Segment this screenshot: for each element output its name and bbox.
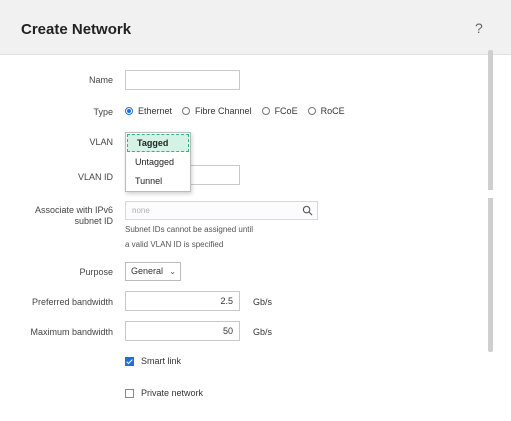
preferred-bandwidth-unit: Gb/s bbox=[253, 297, 273, 307]
type-label: Type bbox=[93, 107, 113, 117]
purpose-select[interactable]: General ⌄ bbox=[125, 262, 181, 281]
ipv6-helper-line1: Subnet IDs cannot be assigned until bbox=[125, 225, 254, 234]
type-option-fibre-channel[interactable]: Fibre Channel bbox=[182, 106, 252, 116]
preferred-bandwidth-input[interactable]: 2.5 bbox=[125, 291, 240, 311]
checkbox-checked-icon bbox=[125, 356, 134, 366]
radio-icon bbox=[182, 107, 191, 115]
type-option-roce[interactable]: RoCE bbox=[307, 106, 345, 116]
private-network-checkbox[interactable]: Private network bbox=[125, 388, 203, 398]
radio-checked-icon bbox=[125, 107, 133, 115]
dialog-title: Create Network bbox=[21, 21, 132, 38]
create-network-dialog: Create Network ? Name Type Ethernet Fibr… bbox=[0, 0, 511, 421]
ipv6-subnet-search-input[interactable]: none bbox=[125, 201, 318, 220]
scrollbar-gap bbox=[488, 190, 493, 198]
preferred-bandwidth-label: Preferred bandwidth bbox=[31, 297, 113, 307]
vlan-dropdown-menu: Tagged Untagged Tunnel bbox=[125, 132, 191, 192]
ipv6-helper-line2: a valid VLAN ID is specified bbox=[125, 240, 224, 249]
type-option-label: Ethernet bbox=[138, 106, 173, 116]
vlan-option-tagged[interactable]: Tagged bbox=[127, 134, 189, 152]
search-icon bbox=[302, 205, 313, 216]
smart-link-label: Smart link bbox=[141, 356, 182, 366]
maximum-bandwidth-input[interactable]: 50 bbox=[125, 321, 240, 341]
chevron-down-icon: ⌄ bbox=[169, 267, 176, 276]
type-option-ethernet[interactable]: Ethernet bbox=[125, 106, 172, 116]
purpose-value: General bbox=[131, 266, 164, 276]
purpose-label: Purpose bbox=[79, 267, 113, 277]
name-label: Name bbox=[88, 75, 113, 85]
maximum-bandwidth-unit: Gb/s bbox=[253, 327, 273, 337]
checkbox-icon bbox=[125, 388, 134, 398]
type-option-label: FCoE bbox=[274, 106, 298, 116]
smart-link-checkbox[interactable]: Smart link bbox=[125, 356, 181, 366]
radio-icon bbox=[307, 107, 316, 115]
ipv6-subnet-placeholder: none bbox=[132, 206, 150, 215]
type-option-fcoe[interactable]: FCoE bbox=[261, 106, 298, 116]
radio-icon bbox=[261, 107, 270, 115]
private-network-label: Private network bbox=[141, 388, 204, 398]
vertical-scrollbar[interactable] bbox=[488, 50, 493, 352]
vlan-id-label: VLAN ID bbox=[77, 172, 113, 182]
ipv6-subnet-label: Associate with IPv6 subnet ID bbox=[10, 205, 113, 227]
help-icon[interactable]: ? bbox=[475, 20, 483, 36]
name-input[interactable] bbox=[125, 70, 240, 90]
vlan-option-tunnel[interactable]: Tunnel bbox=[126, 172, 190, 191]
vlan-option-untagged[interactable]: Untagged bbox=[126, 153, 190, 172]
type-option-label: RoCE bbox=[320, 106, 345, 116]
ipv6-subnet-label-line1: Associate with IPv6 bbox=[34, 205, 113, 215]
type-option-label: Fibre Channel bbox=[195, 106, 252, 116]
type-radio-group: Ethernet Fibre Channel FCoE RoCE bbox=[125, 104, 355, 118]
ipv6-subnet-label-line2: subnet ID bbox=[74, 216, 113, 226]
vlan-label: VLAN bbox=[89, 137, 113, 147]
maximum-bandwidth-label: Maximum bandwidth bbox=[30, 327, 113, 337]
dialog-header: Create Network ? bbox=[0, 0, 511, 55]
